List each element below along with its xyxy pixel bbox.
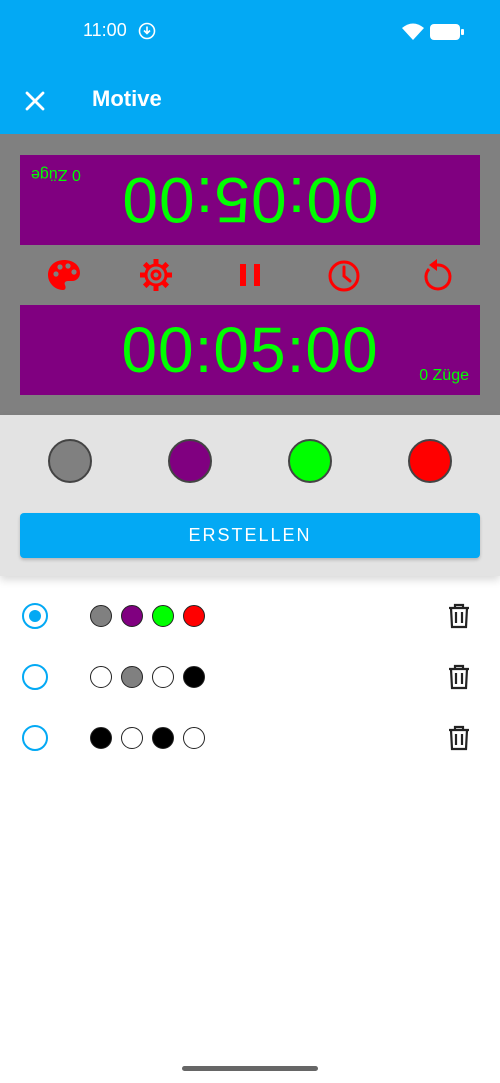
theme-color-dot bbox=[121, 727, 143, 749]
palette-button[interactable] bbox=[44, 255, 84, 295]
bottom-clock-time: 00:05:00 bbox=[121, 314, 379, 386]
theme-color-dot bbox=[152, 666, 174, 688]
clock-controls bbox=[0, 255, 500, 295]
theme-color-dot bbox=[152, 605, 174, 627]
settings-button[interactable] bbox=[136, 255, 176, 295]
swatch-panel[interactable] bbox=[168, 439, 212, 483]
palette-icon bbox=[48, 260, 80, 290]
bottom-clock-moves: 0 Züge bbox=[419, 367, 469, 384]
download-status-icon bbox=[138, 22, 156, 40]
clock-preview: 00:05:00 0 Züge 00:05:00 0 Züge bbox=[0, 134, 500, 415]
swatch-icons[interactable] bbox=[408, 439, 452, 483]
swatch-background[interactable] bbox=[48, 439, 92, 483]
delete-icon[interactable] bbox=[446, 602, 472, 630]
home-indicator[interactable] bbox=[182, 1066, 318, 1071]
top-player-clock[interactable]: 00:05:00 0 Züge bbox=[20, 155, 480, 245]
theme-color-dot bbox=[121, 666, 143, 688]
wifi-icon bbox=[402, 23, 424, 40]
theme-radio[interactable] bbox=[22, 603, 48, 629]
theme-row[interactable] bbox=[0, 708, 500, 768]
time-settings-button[interactable] bbox=[324, 255, 364, 295]
reset-button[interactable] bbox=[417, 255, 457, 295]
page-title: Motive bbox=[92, 86, 162, 111]
pause-button[interactable] bbox=[230, 255, 270, 295]
radio-selected-dot bbox=[29, 610, 41, 622]
status-time: 11:00 bbox=[83, 20, 127, 40]
settings-icon bbox=[140, 259, 172, 291]
battery-icon bbox=[430, 24, 464, 40]
theme-color-dot bbox=[152, 727, 174, 749]
bottom-player-clock[interactable]: 00:05:00 0 Züge bbox=[20, 305, 480, 395]
clock-icon bbox=[328, 260, 360, 292]
delete-icon[interactable] bbox=[446, 663, 472, 691]
app-bar: Motive bbox=[0, 66, 500, 134]
theme-color-dot bbox=[90, 666, 112, 688]
close-icon[interactable] bbox=[18, 84, 52, 118]
status-bar: 11:00 bbox=[0, 0, 500, 66]
theme-color-dot bbox=[90, 605, 112, 627]
theme-color-dot bbox=[183, 605, 205, 627]
reset-icon bbox=[424, 259, 452, 291]
theme-radio[interactable] bbox=[22, 664, 48, 690]
theme-row[interactable] bbox=[0, 586, 500, 646]
theme-color-dot bbox=[90, 727, 112, 749]
theme-color-dot bbox=[183, 666, 205, 688]
theme-color-dot bbox=[121, 605, 143, 627]
theme-color-dot bbox=[183, 727, 205, 749]
theme-editor: ERSTELLEN bbox=[0, 415, 500, 576]
create-button[interactable]: ERSTELLEN bbox=[20, 513, 480, 558]
theme-radio[interactable] bbox=[22, 725, 48, 751]
top-clock-moves: 0 Züge bbox=[31, 166, 81, 183]
pause-icon bbox=[240, 264, 260, 286]
theme-row[interactable] bbox=[0, 647, 500, 707]
swatch-text[interactable] bbox=[288, 439, 332, 483]
delete-icon[interactable] bbox=[446, 724, 472, 752]
top-clock-time: 00:05:00 bbox=[121, 164, 379, 236]
